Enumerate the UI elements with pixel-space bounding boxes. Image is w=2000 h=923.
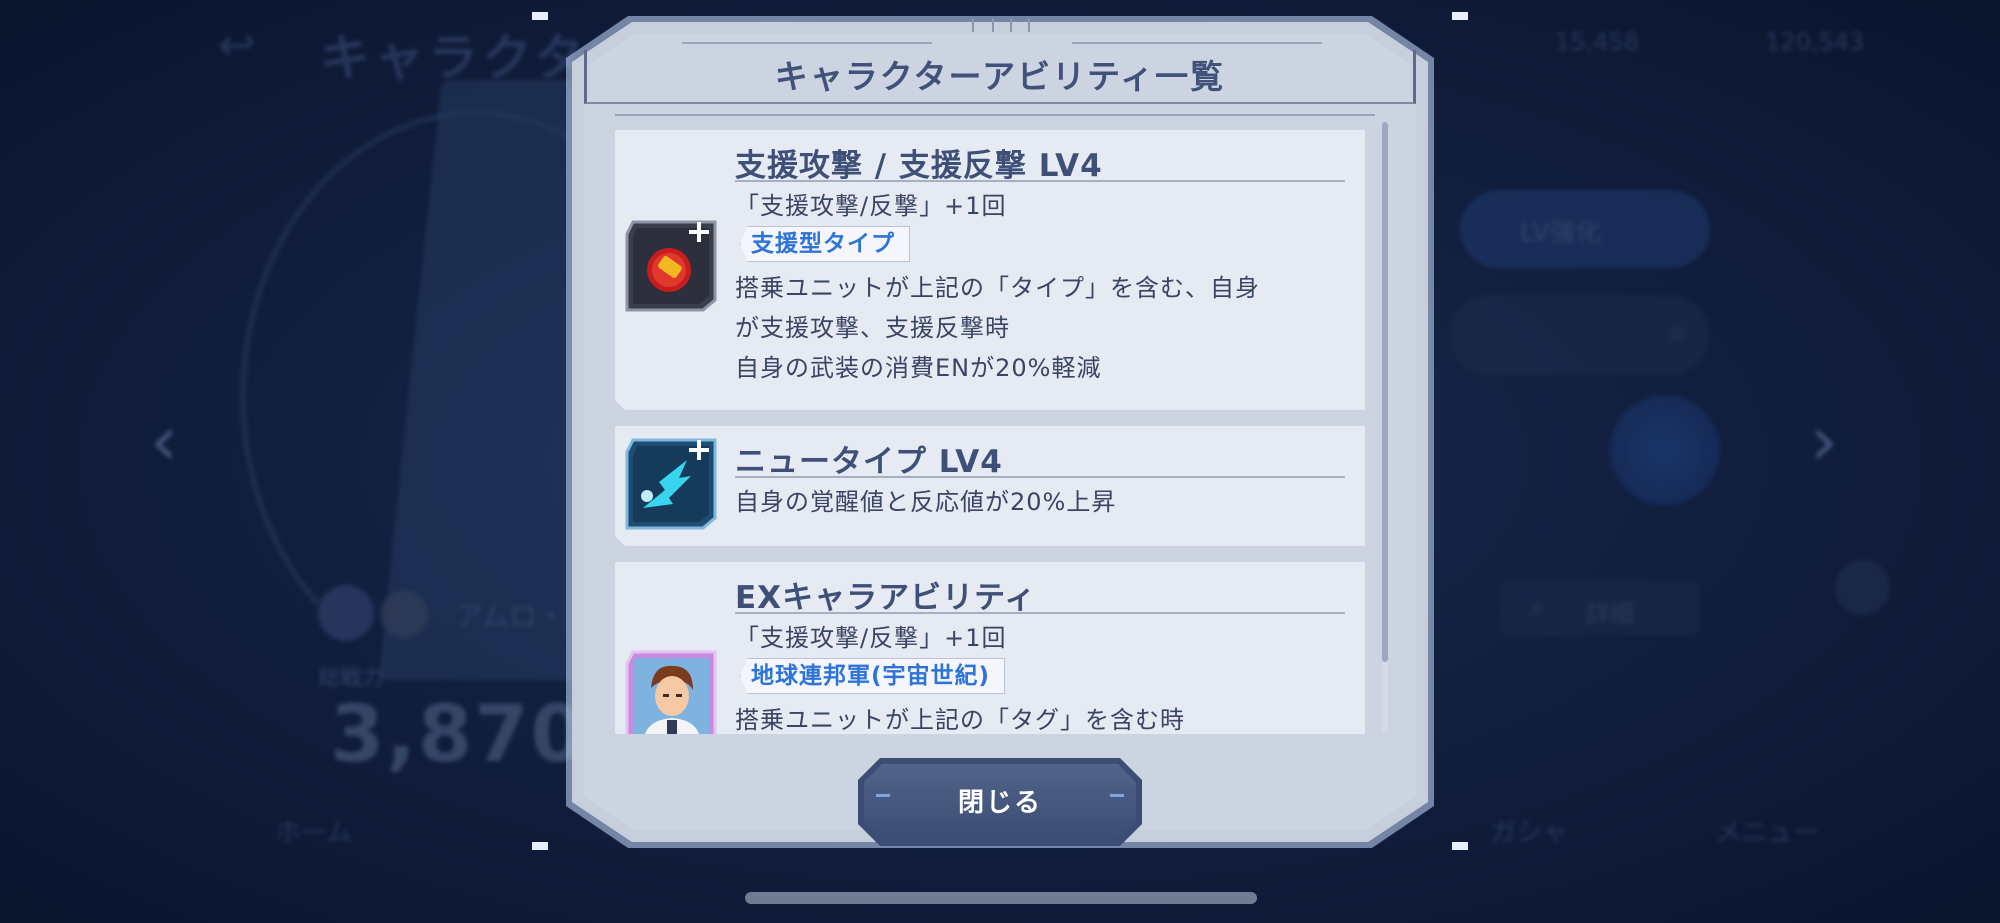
ability-list-modal: キャラクターアビリティ一覧 支援攻撃 / 支援反撃 LV4 「支援攻撃/反撃」+… <box>532 12 1468 850</box>
ability-list[interactable]: 支援攻撃 / 支援反撃 LV4 「支援攻撃/反撃」+1回 支援型タイプ 搭乗ユニ… <box>615 114 1375 734</box>
title-deco-line <box>682 42 932 44</box>
ability-title: EXキャラアビリティ <box>735 580 1037 616</box>
ability-desc: が支援攻撃、支援反撃時 <box>735 314 1010 342</box>
corner-mark <box>532 842 548 850</box>
ability-card: 支援攻撃 / 支援反撃 LV4 「支援攻撃/反撃」+1回 支援型タイプ 搭乗ユニ… <box>615 130 1365 410</box>
title-tick <box>972 18 974 32</box>
ability-card: EXキャラアビリティ 「支援攻撃/反撃」+1回 地球連邦軍(宇宙世紀) 搭乗ユニ… <box>615 562 1365 734</box>
ability-desc: 搭乗ユニットが上記の「タイプ」を含む、自身 <box>735 274 1260 302</box>
ability-effect: 「支援攻撃/反撃」+1回 <box>735 624 1007 652</box>
title-tick <box>992 18 994 32</box>
close-button[interactable]: 閉じる <box>858 758 1142 846</box>
support-attack-icon <box>625 220 717 312</box>
newtype-icon <box>625 438 717 530</box>
ability-title: ニュータイプ LV4 <box>735 444 1003 480</box>
ability-title: 支援攻撃 / 支援反撃 LV4 <box>735 148 1103 184</box>
modal-title: キャラクターアビリティ一覧 <box>774 57 1226 96</box>
ability-tag: 地球連邦軍(宇宙世紀) <box>740 658 1005 694</box>
title-deco-line <box>1072 42 1322 44</box>
close-label: 閉じる <box>957 788 1042 818</box>
ability-card: ニュータイプ LV4 自身の覚醒値と反応値が20%上昇 <box>615 426 1365 546</box>
character-portrait <box>625 650 717 734</box>
corner-mark <box>1452 12 1468 20</box>
corner-mark <box>532 12 548 20</box>
title-tick <box>1028 18 1030 32</box>
title-underline <box>735 612 1345 614</box>
ability-effect: 「支援攻撃/反撃」+1回 <box>735 192 1007 220</box>
home-indicator[interactable] <box>745 892 1257 904</box>
corner-mark <box>1452 842 1468 850</box>
ability-tag: 支援型タイプ <box>740 226 910 262</box>
list-scrollbar[interactable] <box>1382 122 1388 732</box>
ability-effect: 自身の覚醒値と反応値が20%上昇 <box>735 488 1117 516</box>
title-underline <box>735 476 1345 478</box>
ability-desc: 自身の武装の消費ENが20%軽減 <box>735 354 1102 382</box>
title-tick <box>1010 18 1012 32</box>
scroll-thumb[interactable] <box>1382 122 1388 662</box>
title-underline <box>735 180 1345 182</box>
ability-desc: 搭乗ユニットが上記の「タグ」を含む時 <box>735 706 1185 734</box>
